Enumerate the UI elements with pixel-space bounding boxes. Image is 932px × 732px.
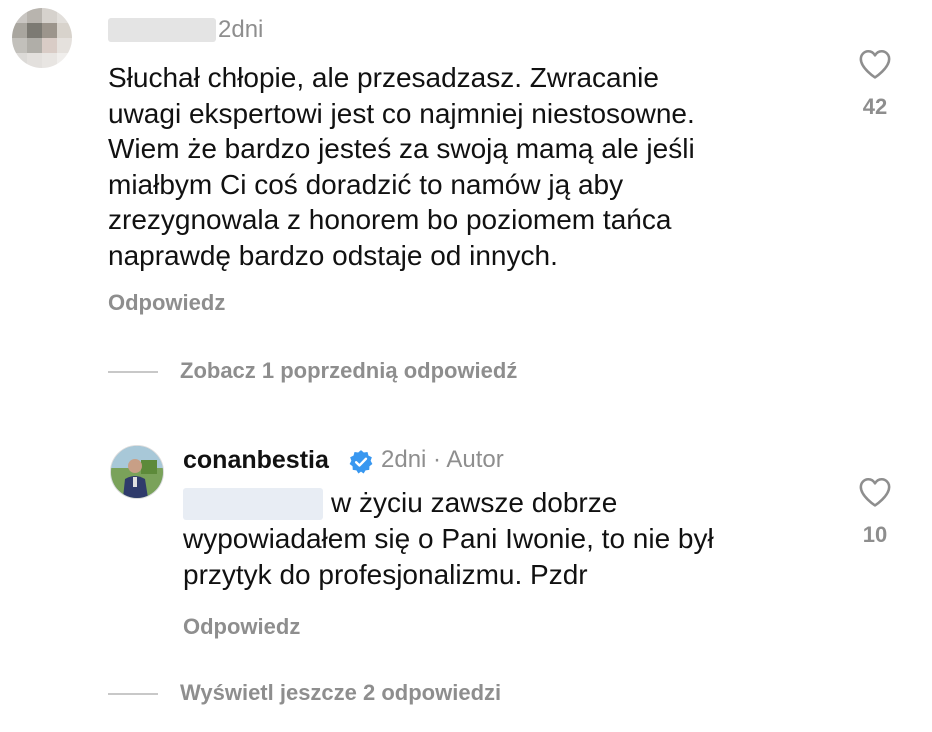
heart-outline-icon[interactable] — [858, 48, 892, 80]
username-redacted[interactable] — [108, 18, 216, 42]
heart-outline-icon[interactable] — [858, 476, 892, 508]
author-badge: Autor — [446, 446, 504, 473]
view-previous-replies[interactable]: Zobacz 1 poprzednią odpowiedź — [180, 358, 517, 384]
reply-button[interactable]: Odpowiedz — [108, 290, 225, 316]
reply-text: w życiu zawsze dobrze wypowiadałem się o… — [183, 487, 714, 590]
reply-button[interactable]: Odpowiedz — [183, 614, 300, 640]
comment-meta: 2dni · Autor — [381, 446, 504, 474]
thread-line — [108, 693, 158, 695]
view-more-replies[interactable]: Wyświetl jeszcze 2 odpowiedzi — [180, 680, 501, 706]
avatar-blurred[interactable] — [12, 8, 72, 68]
verified-badge-icon — [349, 450, 373, 474]
like-count: 42 — [862, 94, 888, 119]
like-button[interactable]: 42 — [850, 48, 900, 120]
username[interactable]: conanbestia — [183, 446, 329, 475]
meta-separator: · — [433, 446, 442, 473]
comment-text: Słuchał chłopie, ale przesadzasz. Zwraca… — [108, 62, 695, 271]
comment-timestamp: 2dni — [218, 16, 264, 43]
like-count: 10 — [862, 522, 888, 547]
comment-timestamp: 2dni — [381, 446, 427, 473]
thread-line — [108, 371, 158, 373]
like-button[interactable]: 10 — [850, 476, 900, 548]
avatar[interactable] — [110, 445, 164, 499]
